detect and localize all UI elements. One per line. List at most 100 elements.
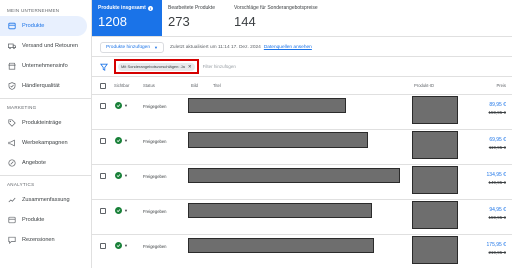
chevron-down-icon[interactable]: ▼	[124, 138, 128, 143]
sidebar-item-label: Unternehmensinfo	[22, 63, 68, 69]
sidebar-item-angebote[interactable]: Angebote	[0, 153, 91, 173]
check-circle-icon[interactable]	[115, 102, 122, 109]
original-price: 159,95 €	[488, 110, 506, 115]
close-icon[interactable]: ✕	[188, 64, 192, 70]
data-sources-link[interactable]: Datenquellen ansehen	[264, 45, 312, 50]
stat-value: 1208	[98, 14, 127, 29]
redacted-title	[188, 98, 346, 113]
highlight-box: Mit Sonderangebotsvorschlägen: Ja ✕	[114, 59, 199, 74]
info-icon[interactable]: i	[147, 5, 153, 11]
stat-label: Vorschläge für Sonderangebotspreise	[234, 5, 318, 11]
sidebar-item-label: Produkte	[22, 23, 45, 29]
price-cell: 175,95 € 219,95 €	[487, 242, 506, 255]
current-price: 175,95 €	[486, 242, 506, 248]
current-price: 94,95 €	[489, 207, 506, 213]
row-checkbox[interactable]	[100, 173, 106, 179]
row-checkbox[interactable]	[100, 243, 106, 249]
stat-edited-products[interactable]: Bearbeitete Produkte 273	[162, 0, 228, 36]
price-cell: 89,95 € 159,95 €	[488, 102, 506, 115]
table-row[interactable]: ▼ Freigegeben 89,95 € 159,95 €	[92, 95, 512, 130]
sidebar-item-label: Werbekampagnen	[22, 140, 68, 146]
review-icon	[7, 236, 16, 245]
shield-check-icon	[7, 82, 16, 91]
sidebar-item-haendlerqualitaet[interactable]: Händlerqualität	[0, 76, 91, 96]
sidebar-item-produkteintraege[interactable]: Produkteinträge	[0, 113, 91, 133]
table-row[interactable]: ▼ Freigegeben 134,95 € 149,95 €	[92, 165, 512, 200]
truck-icon	[7, 42, 16, 51]
toolbar: Produkte hinzufügen ▼ Zuletzt aktualisie…	[92, 38, 512, 57]
column-header-product-id[interactable]: Produkt-ID	[414, 83, 434, 88]
sidebar-item-produkte[interactable]: Produkte	[0, 16, 87, 36]
redacted-product-id	[412, 166, 458, 194]
stat-value: 273	[168, 14, 190, 29]
chevron-down-icon[interactable]: ▼	[124, 173, 128, 178]
select-all-checkbox[interactable]	[100, 83, 106, 89]
price-cell: 134,95 € 149,95 €	[487, 172, 506, 185]
sidebar-section-title: MEIN UNTERNEHMEN	[7, 8, 60, 13]
original-price: 149,95 €	[488, 180, 506, 185]
table-row[interactable]: ▼ Freigegeben 175,95 € 219,95 €	[92, 235, 512, 268]
status-text: Freigegeben	[143, 174, 167, 179]
sidebar-section-title: MARKETING	[7, 105, 37, 110]
product-box-icon	[7, 216, 16, 225]
merchant-center-app: MEIN UNTERNEHMEN Produkte Versand und Re…	[0, 0, 512, 268]
main-content: Produkte insgesamt i 1208 Bearbeitete Pro…	[92, 0, 512, 268]
redacted-product-id	[412, 131, 458, 159]
chevron-down-icon[interactable]: ▼	[124, 103, 128, 108]
add-filter-input[interactable]: Filter hinzufügen	[203, 64, 236, 69]
sidebar-item-versand[interactable]: Versand und Retouren	[0, 36, 91, 56]
store-icon	[7, 62, 16, 71]
chevron-down-icon[interactable]: ▼	[124, 243, 128, 248]
column-header-title[interactable]: Titel	[213, 83, 221, 88]
stat-label: Produkte insgesamt	[98, 5, 146, 11]
filter-bar: Mit Sonderangebotsvorschlägen: Ja ✕ Filt…	[92, 57, 512, 77]
add-products-label: Produkte hinzufügen	[106, 44, 151, 50]
table-row[interactable]: ▼ Freigegeben 69,95 € 119,95 €	[92, 130, 512, 165]
filter-chip[interactable]: Mit Sonderangebotsvorschlägen: Ja ✕	[118, 62, 195, 71]
status-text: Freigegeben	[143, 104, 167, 109]
sidebar-item-unternehmensinfo[interactable]: Unternehmensinfo	[0, 56, 91, 76]
megaphone-icon	[7, 139, 16, 148]
stat-label: Bearbeitete Produkte	[168, 5, 215, 11]
row-checkbox[interactable]	[100, 208, 106, 214]
filter-chip-label: Mit Sonderangebotsvorschlägen: Ja	[121, 64, 185, 69]
check-circle-icon[interactable]	[115, 242, 122, 249]
row-checkbox[interactable]	[100, 103, 106, 109]
row-checkbox[interactable]	[100, 138, 106, 144]
redacted-product-id	[412, 236, 458, 264]
sidebar-item-werbekampagnen[interactable]: Werbekampagnen	[0, 133, 91, 153]
table-row[interactable]: ▼ Freigegeben 94,95 € 159,95 €	[92, 200, 512, 235]
status-text: Freigegeben	[143, 244, 167, 249]
column-header-visible[interactable]: Sichtbar	[114, 83, 129, 88]
status-text: Freigegeben	[143, 139, 167, 144]
sidebar-item-zusammenfassung[interactable]: Zusammenfassung	[0, 190, 91, 210]
sidebar-item-label: Händlerqualität	[22, 83, 60, 89]
column-header-price[interactable]: Preis	[496, 83, 506, 88]
stat-price-suggestions[interactable]: Vorschläge für Sonderangebotspreise 144	[228, 0, 378, 36]
sidebar-section-title: ANALYTICS	[7, 182, 35, 187]
stat-total-products[interactable]: Produkte insgesamt i 1208	[92, 0, 162, 36]
redacted-product-id	[412, 96, 458, 124]
add-products-button[interactable]: Produkte hinzufügen ▼	[100, 41, 164, 53]
trend-icon	[7, 196, 16, 205]
filter-icon[interactable]	[100, 58, 108, 76]
redacted-title	[188, 203, 372, 218]
original-price: 119,95 €	[488, 145, 506, 150]
table-body: ▼ Freigegeben 89,95 € 159,95 € ▼ Freigegeben 6…	[92, 95, 512, 268]
sidebar-item-label: Produkte	[22, 217, 45, 223]
check-circle-icon[interactable]	[115, 172, 122, 179]
status-text: Freigegeben	[143, 209, 167, 214]
table-header: Sichtbar Status Bild Titel Produkt-ID Pr…	[92, 77, 512, 95]
sidebar-item-rezensionen[interactable]: Rezensionen	[0, 230, 91, 250]
chevron-down-icon[interactable]: ▼	[124, 208, 128, 213]
offer-icon	[7, 159, 16, 168]
price-cell: 69,95 € 119,95 €	[489, 137, 506, 150]
column-header-status[interactable]: Status	[143, 83, 155, 88]
redacted-title	[188, 168, 400, 183]
sidebar-divider	[0, 98, 91, 99]
check-circle-icon[interactable]	[115, 137, 122, 144]
sidebar-item-analytics-produkte[interactable]: Produkte	[0, 210, 91, 230]
redacted-title	[188, 132, 368, 148]
sidebar-item-label: Zusammenfassung	[22, 197, 70, 203]
check-circle-icon[interactable]	[115, 207, 122, 214]
